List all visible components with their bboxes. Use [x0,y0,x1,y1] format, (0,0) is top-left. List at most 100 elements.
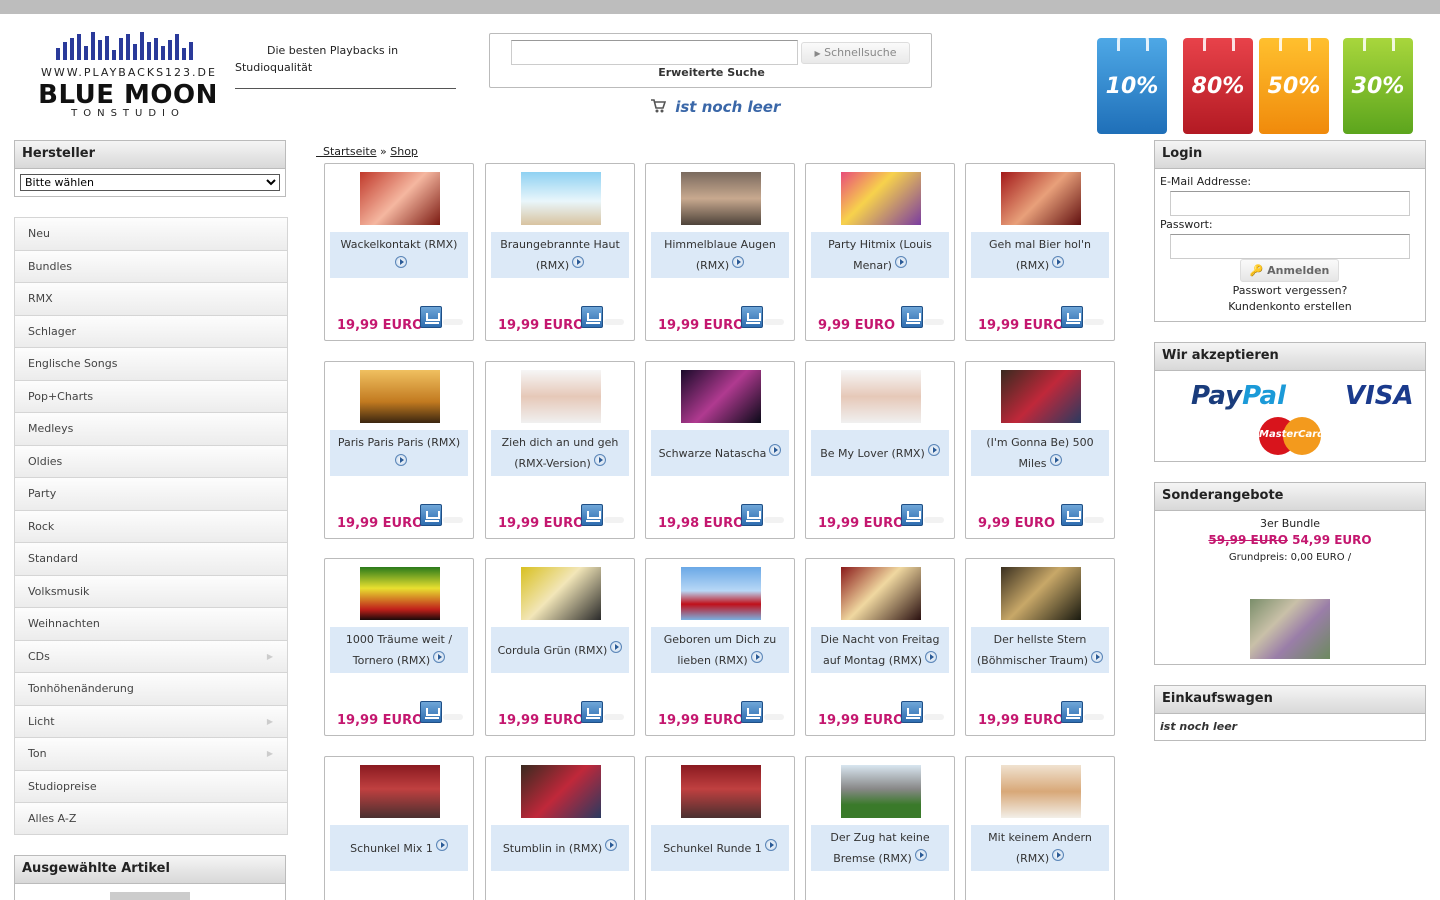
category-item[interactable]: Medleys [14,412,288,445]
product-name[interactable]: Schunkel Runde 1 [651,825,789,871]
product-image[interactable] [360,567,440,620]
add-to-cart-icon[interactable] [420,504,442,526]
product-name[interactable]: (I'm Gonna Be) 500 Miles [971,430,1109,476]
manufacturer-select[interactable]: Bitte wählen [20,174,280,191]
product-image[interactable] [681,370,761,423]
play-preview-icon[interactable] [764,838,777,851]
play-preview-icon[interactable] [593,454,606,466]
product-name[interactable]: Der hellste Stern (Böhmischer Traum) [971,627,1109,673]
product-name[interactable]: Schwarze Natascha [651,430,789,476]
product-name[interactable]: Mit keinem Andern (RMX) [971,825,1109,871]
special-product-image[interactable] [1250,599,1330,659]
product-image[interactable] [521,765,601,818]
site-logo[interactable]: WWW.PLAYBACKS123.DE BLUE MOON TONSTUDIO [26,30,230,120]
breadcrumb-current[interactable]: Shop [390,145,418,158]
add-to-cart-icon[interactable] [581,306,603,328]
add-to-cart-icon[interactable] [901,306,923,328]
add-to-cart-icon[interactable] [581,504,603,526]
product-name[interactable]: Braungebrannte Haut (RMX) [491,232,629,278]
category-item[interactable]: Licht ▶ [14,704,288,737]
product-image[interactable] [521,172,601,225]
register-link[interactable]: Kundenkonto erstellen [1155,300,1425,313]
category-item[interactable]: Rock [14,509,288,542]
product-image[interactable] [1001,567,1081,620]
product-name[interactable]: Geh mal Bier hol'n (RMX) [971,232,1109,278]
product-image[interactable] [841,567,921,620]
product-name[interactable]: Zieh dich an und geh (RMX-Version) [491,430,629,476]
advanced-search-link[interactable]: Erweiterte Suche [490,66,933,79]
category-item[interactable]: Neu [14,217,288,250]
play-preview-icon[interactable] [1091,651,1104,663]
product-image[interactable] [521,370,601,423]
category-item[interactable]: Studiopreise [14,769,288,802]
category-item[interactable]: Party [14,477,288,510]
product-image[interactable] [521,567,601,620]
add-to-cart-icon[interactable] [1061,504,1083,526]
add-to-cart-icon[interactable] [741,701,763,723]
product-name[interactable]: Schunkel Mix 1 [330,825,468,871]
play-preview-icon[interactable] [732,256,745,268]
product-image[interactable] [360,370,440,423]
play-preview-icon[interactable] [925,651,938,663]
product-name[interactable]: Die Nacht von Freitag auf Montag (RMX) [811,627,949,673]
play-preview-icon[interactable] [610,640,623,653]
product-image[interactable] [681,567,761,620]
product-image[interactable] [360,765,440,818]
category-item[interactable]: Standard [14,542,288,575]
play-preview-icon[interactable] [927,443,940,456]
play-preview-icon[interactable] [605,838,618,851]
play-preview-icon[interactable] [433,651,446,663]
promo-banner[interactable]: 10% 80% 50% 30% [1095,28,1425,136]
category-item[interactable]: Weihnachten [14,607,288,640]
quick-search-button[interactable]: ▶ Schnellsuche [801,42,910,64]
play-preview-icon[interactable] [750,651,763,663]
search-input[interactable] [511,40,798,65]
play-preview-icon[interactable] [894,256,907,268]
category-item[interactable]: Englische Songs [14,347,288,380]
product-image[interactable] [1001,370,1081,423]
email-field[interactable] [1170,191,1410,216]
product-image[interactable] [841,172,921,225]
category-item[interactable]: Ton ▶ [14,737,288,770]
product-image[interactable] [841,765,921,818]
forgot-password-link[interactable]: Passwort vergessen? [1155,284,1425,297]
play-preview-icon[interactable] [1052,256,1065,268]
play-preview-icon[interactable] [394,454,407,466]
category-item[interactable]: Oldies [14,444,288,477]
category-item[interactable]: Pop+Charts [14,379,288,412]
category-item[interactable]: Tonhöhenänderung [14,672,288,705]
product-image[interactable] [681,172,761,225]
add-to-cart-icon[interactable] [901,701,923,723]
add-to-cart-icon[interactable] [901,504,923,526]
login-button[interactable]: 🔑 Anmelden [1240,259,1339,282]
add-to-cart-icon[interactable] [420,306,442,328]
product-name[interactable]: Party Hitmix (Louis Menar) [811,232,949,278]
add-to-cart-icon[interactable] [1061,701,1083,723]
category-item[interactable]: Schlager [14,314,288,347]
category-item[interactable]: RMX [14,282,288,315]
product-image[interactable] [1001,172,1081,225]
category-item[interactable]: CDs ▶ [14,639,288,672]
product-name[interactable]: Wackelkontakt (RMX) [330,232,468,278]
category-item[interactable]: Bundles [14,249,288,282]
featured-thumbnail[interactable] [110,892,190,900]
add-to-cart-icon[interactable] [581,701,603,723]
add-to-cart-icon[interactable] [741,504,763,526]
product-name[interactable]: Himmelblaue Augen (RMX) [651,232,789,278]
add-to-cart-icon[interactable] [1061,306,1083,328]
category-item[interactable]: Volksmusik [14,574,288,607]
play-preview-icon[interactable] [1052,849,1065,861]
play-preview-icon[interactable] [435,838,448,851]
product-name[interactable]: Der Zug hat keine Bremse (RMX) [811,825,949,871]
product-name[interactable]: 1000 Träume weit / Tornero (RMX) [330,627,468,673]
add-to-cart-icon[interactable] [741,306,763,328]
category-item[interactable]: Alles A-Z [14,802,288,835]
product-image[interactable] [681,765,761,818]
password-field[interactable] [1170,234,1410,259]
product-name[interactable]: Stumblin in (RMX) [491,825,629,871]
product-image[interactable] [360,172,440,225]
play-preview-icon[interactable] [914,849,927,861]
breadcrumb-home[interactable]: Startseite [316,145,377,158]
product-image[interactable] [1001,765,1081,818]
play-preview-icon[interactable] [1049,454,1062,466]
